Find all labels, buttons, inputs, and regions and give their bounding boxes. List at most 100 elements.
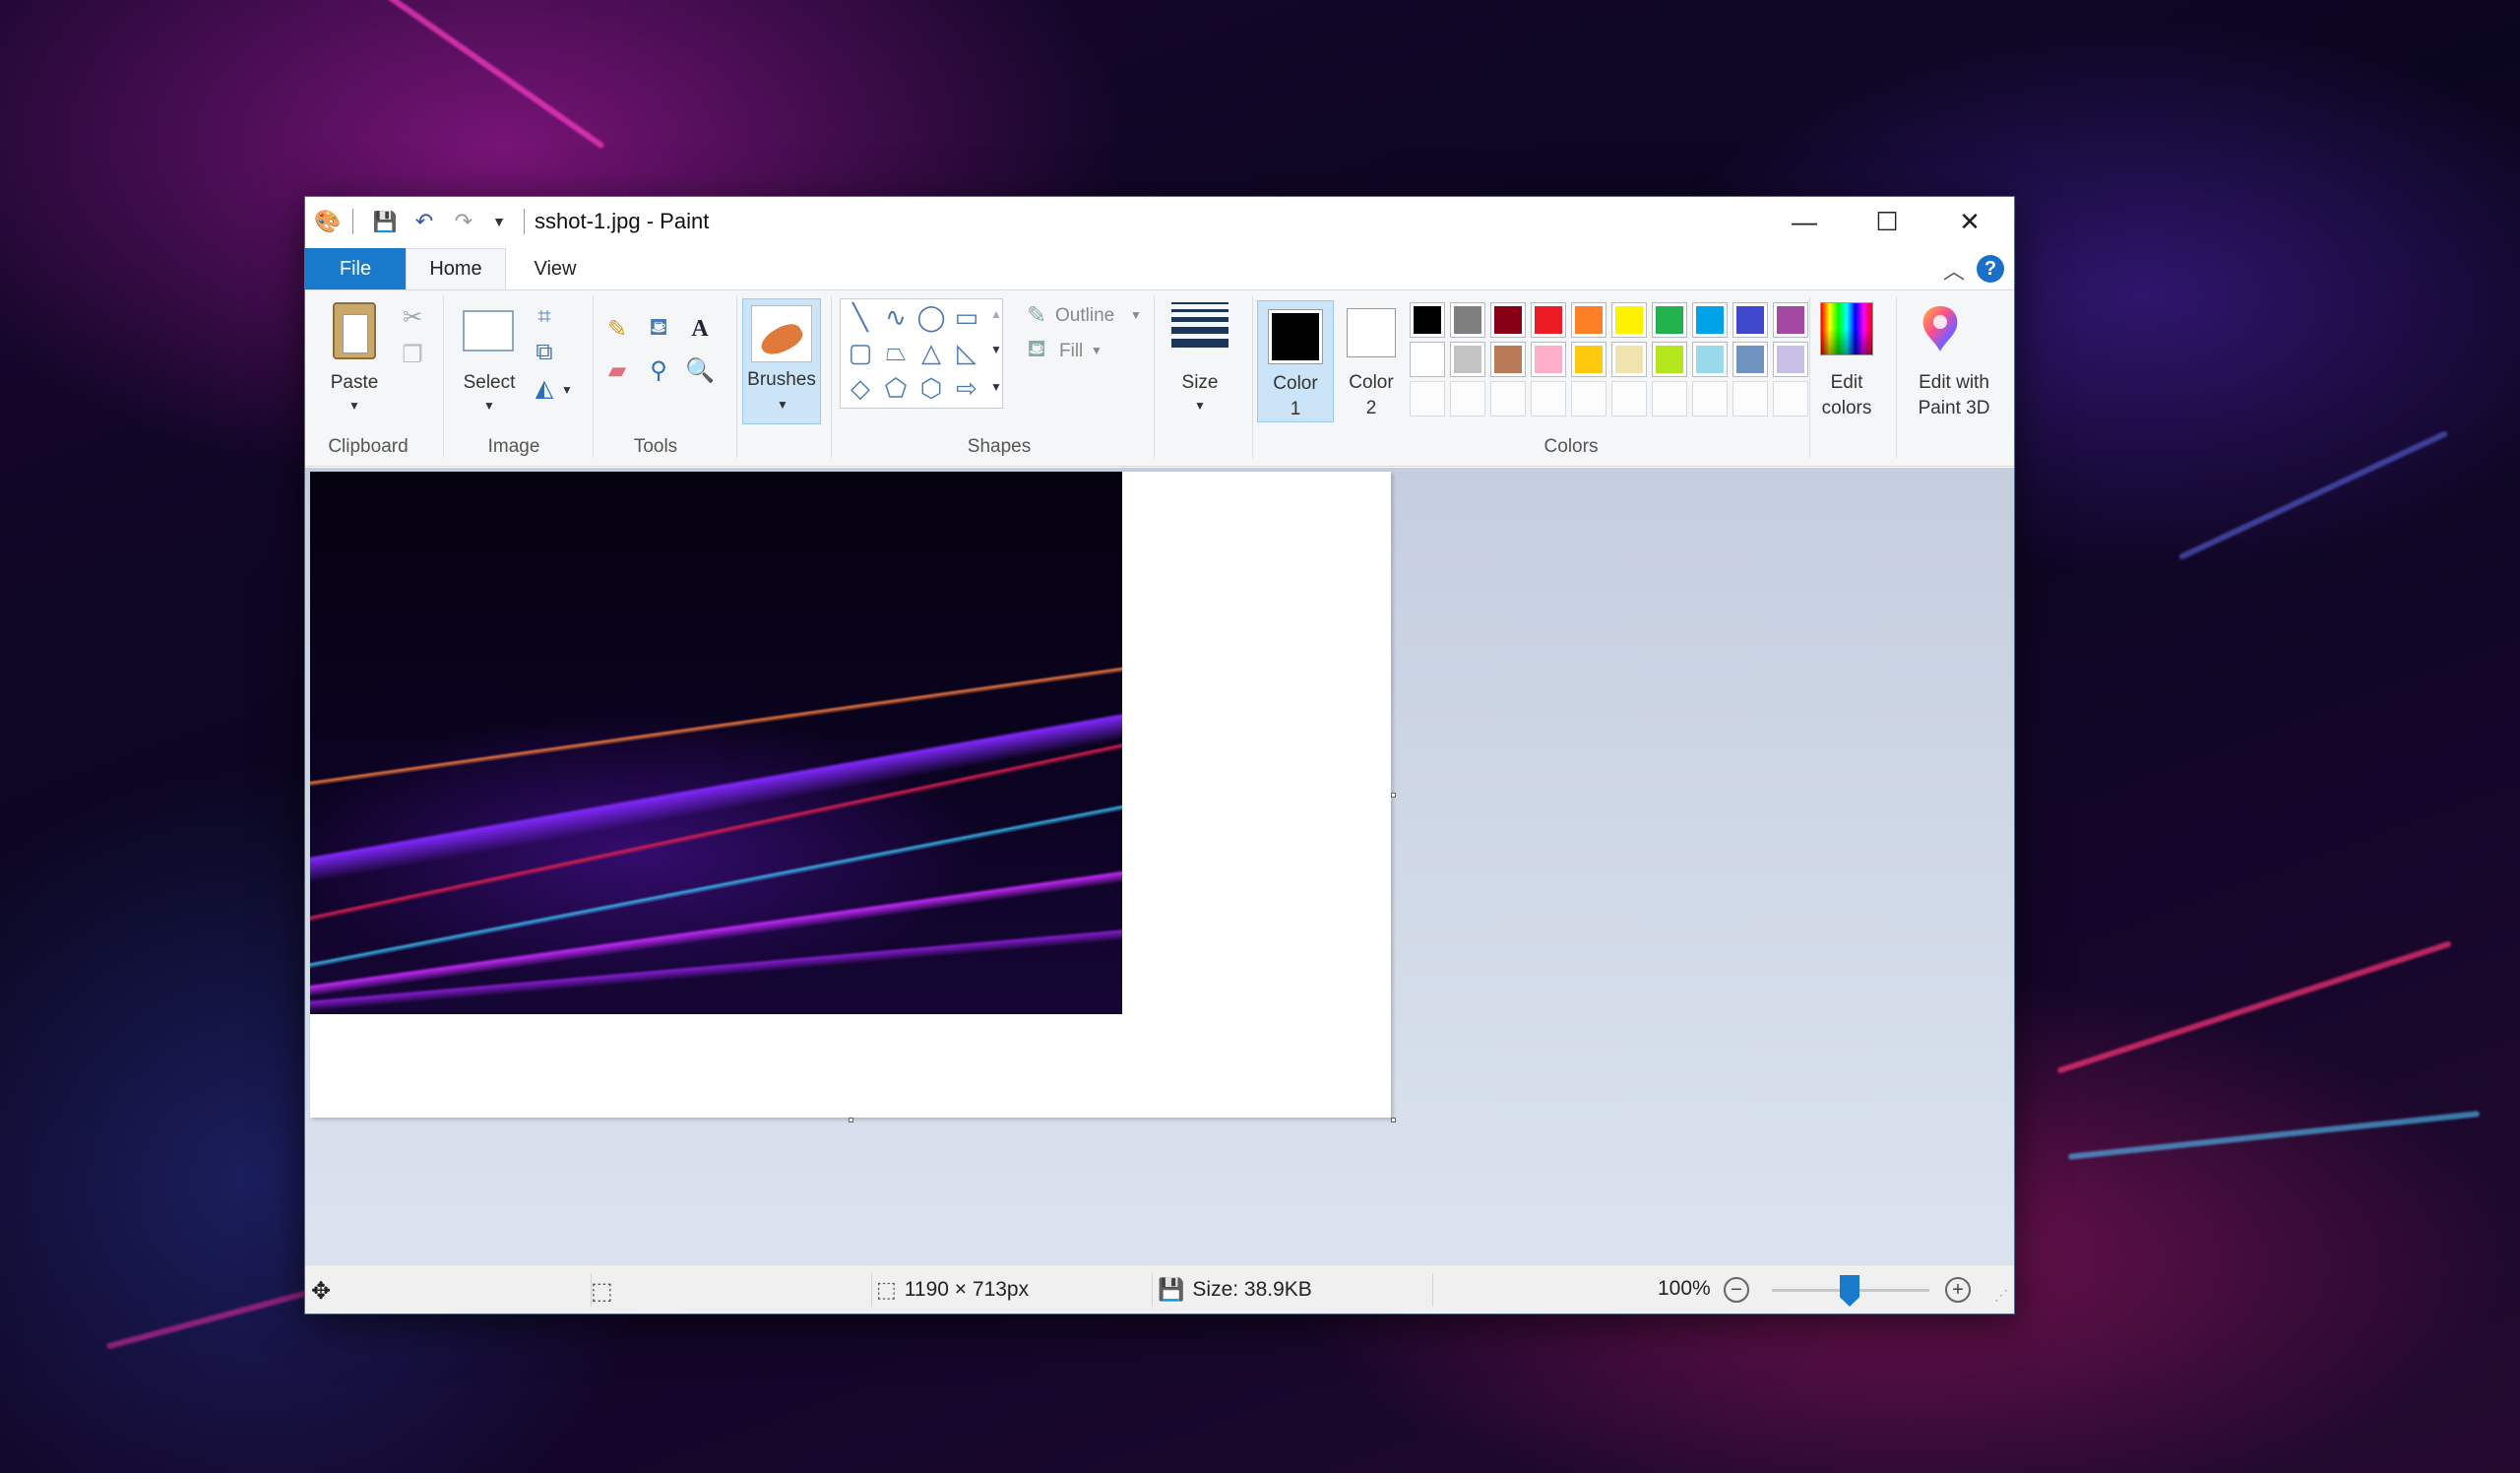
shapes-more-icon[interactable]: ▼	[990, 380, 1002, 394]
eraser-icon[interactable]: ▰	[602, 355, 632, 385]
paint-app-icon[interactable]: 🎨	[314, 209, 341, 234]
right-triangle-shape-icon[interactable]: ◺	[951, 337, 982, 368]
oval-shape-icon[interactable]: ◯	[915, 301, 947, 333]
paint-3d-label-line2[interactable]: Paint 3D	[1900, 395, 2008, 421]
palette-color-swatch[interactable]	[1773, 302, 1808, 338]
resize-handle-right[interactable]	[1391, 793, 1396, 798]
zoom-out-button[interactable]: −	[1724, 1277, 1749, 1303]
triangle-shape-icon[interactable]: △	[915, 337, 947, 368]
outline-icon[interactable]: ✎	[1022, 300, 1051, 330]
palette-color-swatch[interactable]	[1490, 342, 1526, 377]
resize-icon[interactable]: ⧉	[530, 338, 559, 367]
copy-icon[interactable]: ❐	[398, 340, 427, 369]
rounded-rectangle-shape-icon[interactable]: ▢	[845, 337, 876, 368]
palette-color-swatch[interactable]	[1450, 342, 1485, 377]
palette-custom-slot[interactable]	[1571, 381, 1606, 416]
maximize-button[interactable]: ☐	[1846, 197, 1928, 246]
palette-custom-slot[interactable]	[1773, 381, 1808, 416]
size-icon[interactable]	[1171, 302, 1228, 352]
palette-color-swatch[interactable]	[1652, 302, 1687, 338]
tab-file[interactable]: File	[305, 248, 406, 289]
paint-3d-icon[interactable]	[1914, 302, 1967, 355]
canvas-area[interactable]	[305, 468, 2014, 1266]
tab-view[interactable]: View	[506, 248, 604, 289]
palette-custom-slot[interactable]	[1490, 381, 1526, 416]
rectangle-shape-icon[interactable]: ▭	[951, 301, 982, 333]
palette-custom-slot[interactable]	[1692, 381, 1728, 416]
palette-color-swatch[interactable]	[1652, 342, 1687, 377]
pencil-icon[interactable]: ✎	[602, 314, 632, 344]
palette-color-swatch[interactable]	[1571, 342, 1606, 377]
fill-icon[interactable]: ⛾	[1022, 336, 1051, 365]
pasted-image[interactable]	[310, 472, 1122, 1014]
edit-colors-label-line2[interactable]: colors	[1811, 395, 1882, 421]
paste-button[interactable]: Paste	[323, 369, 386, 396]
crop-icon[interactable]: ⌗	[530, 302, 559, 332]
resize-handle-bottom[interactable]	[849, 1118, 853, 1122]
palette-color-swatch[interactable]	[1773, 342, 1808, 377]
save-icon[interactable]: 💾	[372, 209, 398, 234]
paste-dropdown-icon[interactable]: ▼	[348, 399, 360, 413]
fill-dropdown-icon[interactable]: ▼	[1091, 344, 1102, 357]
undo-icon[interactable]: ↶	[411, 209, 437, 234]
resize-handle-corner[interactable]	[1391, 1118, 1396, 1122]
rotate-dropdown-icon[interactable]: ▼	[561, 383, 573, 397]
shapes-scroll-down-icon[interactable]: ▼	[990, 343, 1002, 356]
color1-button[interactable]: Color 1	[1257, 300, 1334, 422]
size-dropdown-icon[interactable]: ▼	[1194, 399, 1206, 413]
palette-color-swatch[interactable]	[1450, 302, 1485, 338]
help-icon[interactable]: ?	[1977, 255, 2004, 283]
palette-custom-slot[interactable]	[1410, 381, 1445, 416]
resize-grip-icon[interactable]: ⋰	[1994, 1287, 2008, 1304]
rotate-icon[interactable]: ◭	[530, 373, 559, 403]
color-picker-icon[interactable]: ⚲	[644, 355, 673, 385]
palette-color-swatch[interactable]	[1692, 342, 1728, 377]
palette-color-swatch[interactable]	[1692, 302, 1728, 338]
select-icon[interactable]	[463, 310, 514, 352]
palette-color-swatch[interactable]	[1531, 302, 1566, 338]
close-button[interactable]: ✕	[1928, 197, 2011, 246]
redo-icon[interactable]: ↷	[451, 209, 476, 234]
shapes-scroll-up-icon[interactable]: ▲	[990, 307, 1002, 321]
fill-bucket-icon[interactable]: ⛾	[644, 314, 673, 344]
tab-home[interactable]: Home	[406, 248, 506, 289]
palette-custom-slot[interactable]	[1450, 381, 1485, 416]
edit-colors-icon[interactable]	[1820, 302, 1873, 355]
paste-icon[interactable]	[333, 302, 376, 359]
palette-custom-slot[interactable]	[1531, 381, 1566, 416]
palette-custom-slot[interactable]	[1732, 381, 1768, 416]
palette-color-swatch[interactable]	[1611, 302, 1647, 338]
zoom-in-button[interactable]: +	[1945, 1277, 1971, 1303]
palette-color-swatch[interactable]	[1410, 342, 1445, 377]
select-dropdown-icon[interactable]: ▼	[483, 399, 495, 413]
customize-toolbar-icon[interactable]: ▼	[486, 209, 512, 234]
polygon-shape-icon[interactable]: ⏢	[880, 337, 912, 368]
curve-shape-icon[interactable]: ∿	[880, 301, 912, 333]
pentagon-shape-icon[interactable]: ⬠	[880, 372, 912, 404]
cut-icon[interactable]: ✂	[398, 302, 427, 332]
fill-button[interactable]: Fill	[1059, 338, 1083, 364]
diamond-shape-icon[interactable]: ◇	[845, 372, 876, 404]
color2-button[interactable]: Color 2	[1339, 300, 1408, 422]
palette-color-swatch[interactable]	[1732, 302, 1768, 338]
brushes-button[interactable]: Brushes ▼	[742, 298, 821, 424]
palette-color-swatch[interactable]	[1410, 302, 1445, 338]
magnifier-icon[interactable]: 🔍	[685, 355, 715, 385]
size-button[interactable]: Size	[1167, 369, 1232, 396]
select-button[interactable]: Select	[455, 369, 524, 396]
hexagon-shape-icon[interactable]: ⬡	[915, 372, 947, 404]
palette-color-swatch[interactable]	[1531, 342, 1566, 377]
zoom-slider-thumb[interactable]	[1840, 1275, 1859, 1307]
outline-button[interactable]: Outline	[1055, 302, 1114, 329]
palette-color-swatch[interactable]	[1732, 342, 1768, 377]
minimize-button[interactable]: —	[1763, 197, 1846, 246]
text-icon[interactable]: A	[685, 314, 715, 344]
palette-color-swatch[interactable]	[1571, 302, 1606, 338]
drawing-canvas[interactable]	[310, 472, 1391, 1118]
line-shape-icon[interactable]: ╲	[845, 301, 876, 333]
palette-color-swatch[interactable]	[1611, 342, 1647, 377]
arrow-shape-icon[interactable]: ⇨	[951, 372, 982, 404]
collapse-ribbon-icon[interactable]: ︿	[1943, 254, 1965, 286]
outline-dropdown-icon[interactable]: ▼	[1130, 308, 1142, 322]
palette-custom-slot[interactable]	[1611, 381, 1647, 416]
